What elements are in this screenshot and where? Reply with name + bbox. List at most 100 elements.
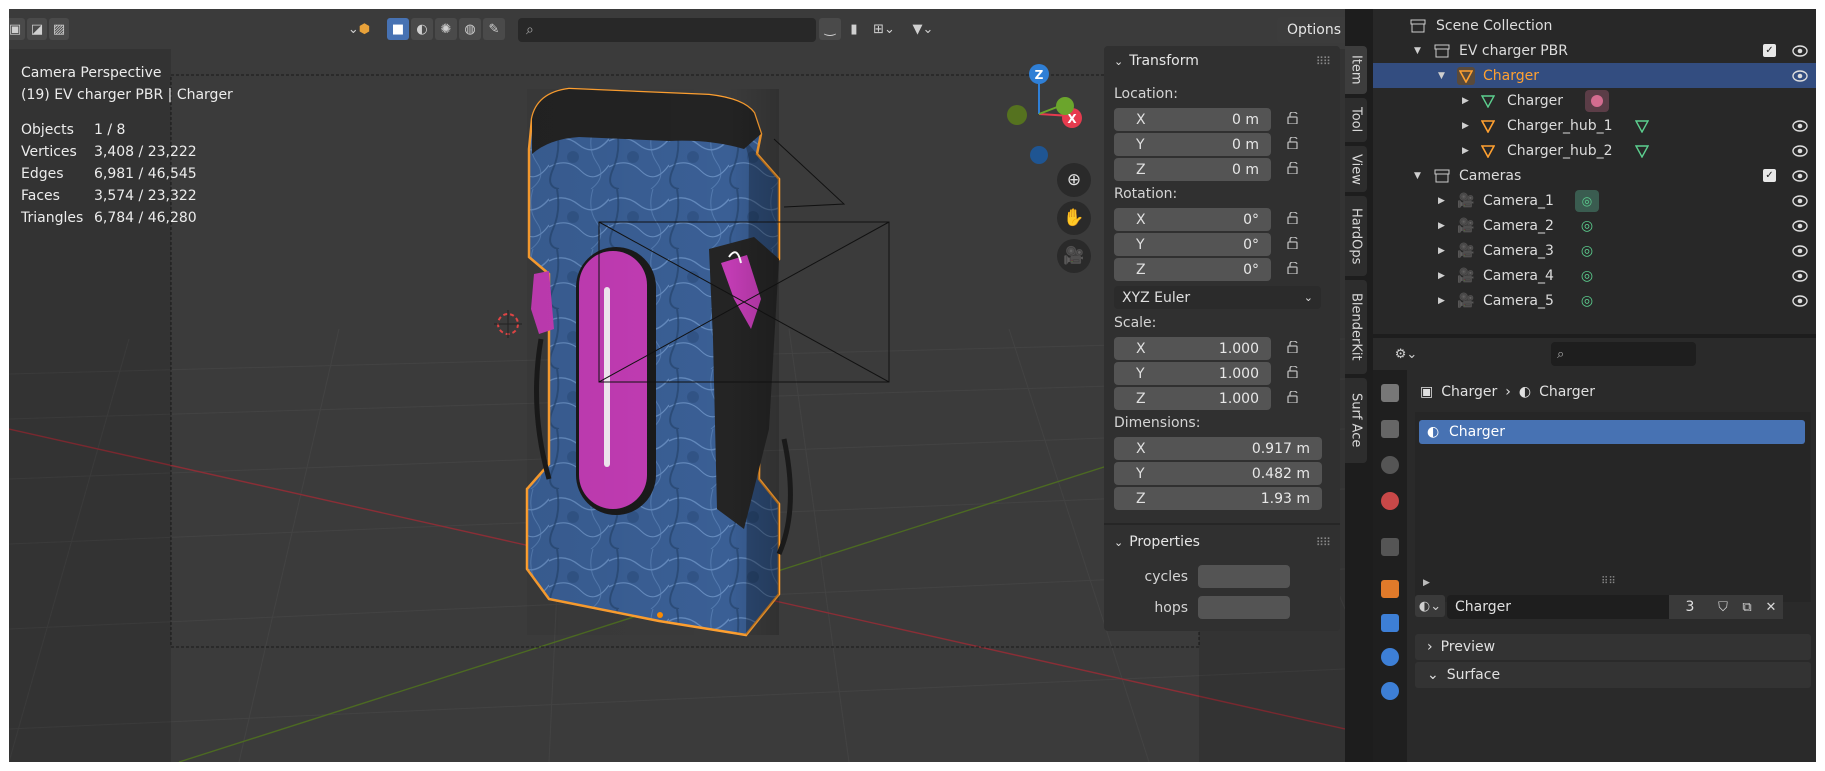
charger-hub-2-row[interactable]: ▶ Charger_hub_2	[1373, 138, 1816, 163]
properties-search-input[interactable]: ⌕	[1551, 342, 1696, 366]
filter-icon[interactable]: ▼⌄	[905, 18, 941, 40]
lock-icon[interactable]	[1286, 112, 1300, 124]
camera-data-icon[interactable]: ◎	[1578, 217, 1596, 235]
eye-icon[interactable]	[1792, 69, 1808, 82]
render-icon[interactable]	[1381, 384, 1399, 402]
resize-grip-icon[interactable]: ⠿⠿	[1601, 576, 1616, 587]
viewport-search-input[interactable]: ⌕	[518, 18, 816, 42]
material-shading-icon[interactable]: ◐	[411, 18, 433, 40]
camera-5-row[interactable]: ▶ 🎥 Camera_5 ◎	[1373, 288, 1816, 313]
lock-icon[interactable]	[1286, 341, 1300, 353]
camera-4-row[interactable]: ▶ 🎥 Camera_4 ◎	[1373, 263, 1816, 288]
mesh-data-icon[interactable]	[1633, 142, 1651, 160]
charger-model[interactable]	[525, 87, 793, 637]
particles-icon[interactable]	[1381, 648, 1399, 666]
bookmark-icon[interactable]: ▮	[843, 18, 865, 40]
expand-icon[interactable]: ▼	[1438, 71, 1445, 81]
camera-view-icon[interactable]: 🎥	[1057, 239, 1091, 273]
mesh-data-icon[interactable]	[1633, 117, 1651, 135]
zoom-icon[interactable]: ⊕	[1057, 163, 1091, 197]
options-dropdown[interactable]: Options⌄	[1277, 17, 1345, 43]
expand-icon[interactable]: ▶	[1423, 578, 1430, 588]
expand-icon[interactable]: ▶	[1462, 121, 1469, 131]
material-badge-icon[interactable]	[1585, 89, 1609, 112]
expand-icon[interactable]: ▶	[1438, 246, 1445, 256]
light-icon[interactable]: ✺	[435, 18, 457, 40]
surface-panel-header[interactable]: ⌄ Surface	[1415, 662, 1811, 688]
physics-icon[interactable]	[1381, 682, 1399, 700]
visibility-dropdown[interactable]: ⌄ ⬢	[344, 18, 374, 40]
dimensions-x-field[interactable]: X 0.917 m	[1114, 437, 1322, 460]
eye-icon[interactable]	[1792, 44, 1808, 57]
output-icon[interactable]	[1381, 420, 1399, 438]
expand-icon[interactable]: ▶	[1462, 96, 1469, 106]
hops-field[interactable]	[1198, 596, 1290, 619]
camera-data-icon[interactable]: ◎	[1578, 292, 1596, 310]
location-x-field[interactable]: X0 m	[1114, 108, 1271, 131]
lock-icon[interactable]	[1286, 212, 1300, 224]
lock-icon[interactable]	[1286, 262, 1300, 274]
lock-icon[interactable]	[1286, 391, 1300, 403]
camera-2-row[interactable]: ▶ 🎥 Camera_2 ◎	[1373, 213, 1816, 238]
grip-icon[interactable]: ⠿⠿	[1316, 536, 1331, 549]
rotation-z-field[interactable]: Z 0°	[1114, 258, 1271, 281]
transform-header[interactable]: ⌄ Transform ⠿⠿	[1104, 46, 1340, 76]
eye-icon[interactable]	[1792, 119, 1808, 132]
tab-view[interactable]: View	[1345, 146, 1367, 192]
rotation-mode-dropdown[interactable]: XYZ Euler ⌄	[1114, 286, 1321, 309]
grip-icon[interactable]: ⠿⠿	[1316, 55, 1331, 68]
material-browse-icon[interactable]: ◐⌄	[1415, 595, 1445, 617]
tab-tool[interactable]: Tool	[1345, 98, 1367, 142]
dimensions-z-field[interactable]: Z 1.93 m	[1114, 487, 1322, 510]
charger-object-row[interactable]: ▼ Charger	[1373, 63, 1816, 88]
tab-blenderkit[interactable]: BlenderKit	[1345, 280, 1367, 374]
scene-collection-row[interactable]: Scene Collection	[1373, 13, 1816, 38]
location-z-field[interactable]: Z0 m	[1114, 158, 1271, 181]
cycles-field[interactable]	[1198, 565, 1290, 588]
scale-x-field[interactable]: X 1.000	[1114, 337, 1271, 360]
object-icon[interactable]	[1381, 580, 1399, 598]
world-icon[interactable]	[1381, 492, 1399, 510]
paint-icon[interactable]: ✎	[483, 18, 505, 40]
preview-panel-header[interactable]: › Preview	[1415, 634, 1811, 660]
expand-icon[interactable]: ▼	[1414, 46, 1421, 56]
select-subtract-icon[interactable]: ▨	[49, 18, 69, 40]
close-icon[interactable]: ✕	[1759, 595, 1783, 619]
camera-data-icon[interactable]: ◎	[1578, 242, 1596, 260]
expand-icon[interactable]: ▶	[1438, 196, 1445, 206]
collection-cameras-row[interactable]: ▼ Cameras ✓	[1373, 163, 1816, 188]
dimensions-y-field[interactable]: Y 0.482 m	[1114, 462, 1322, 485]
user-count[interactable]: 3	[1669, 595, 1711, 619]
expand-icon[interactable]: ▶	[1438, 296, 1445, 306]
select-mode-icon[interactable]: ▣	[9, 18, 25, 40]
eye-icon[interactable]	[1792, 144, 1808, 157]
eye-icon[interactable]	[1792, 194, 1808, 207]
pan-hand-icon[interactable]: ✋	[1057, 201, 1091, 235]
eye-icon[interactable]	[1792, 294, 1808, 307]
lock-icon[interactable]	[1286, 366, 1300, 378]
checkbox-icon[interactable]: ✓	[1763, 44, 1776, 57]
material-name-field[interactable]: Charger	[1447, 595, 1669, 619]
solid-shading-icon[interactable]: ■	[387, 18, 409, 40]
fake-user-shield-icon[interactable]: ⛉	[1711, 595, 1735, 619]
lock-icon[interactable]	[1286, 237, 1300, 249]
eye-icon[interactable]	[1792, 169, 1808, 182]
view-layer-icon[interactable]	[1381, 456, 1399, 474]
rotation-x-field[interactable]: X 0°	[1114, 208, 1271, 231]
lock-icon[interactable]	[1286, 162, 1300, 174]
collection-icon[interactable]	[1381, 538, 1399, 556]
charger-mesh-row[interactable]: ▶ Charger	[1373, 88, 1816, 113]
expand-icon[interactable]: ▶	[1438, 221, 1445, 231]
curve-icon[interactable]: ‿	[819, 18, 841, 40]
camera-3-row[interactable]: ▶ 🎥 Camera_3 ◎	[1373, 238, 1816, 263]
expand-icon[interactable]: ▶	[1438, 271, 1445, 281]
lock-icon[interactable]	[1286, 137, 1300, 149]
properties-header[interactable]: ⌄ Properties ⠿⠿	[1104, 527, 1340, 557]
expand-icon[interactable]: ▶	[1462, 146, 1469, 156]
charger-hub-1-row[interactable]: ▶ Charger_hub_1	[1373, 113, 1816, 138]
checkbox-icon[interactable]: ✓	[1763, 169, 1776, 182]
tab-hardops[interactable]: HardOps	[1345, 196, 1367, 276]
camera-1-row[interactable]: ▶ 🎥 Camera_1 ◎	[1373, 188, 1816, 213]
camera-data-icon[interactable]: ◎	[1578, 267, 1596, 285]
eye-icon[interactable]	[1792, 219, 1808, 232]
